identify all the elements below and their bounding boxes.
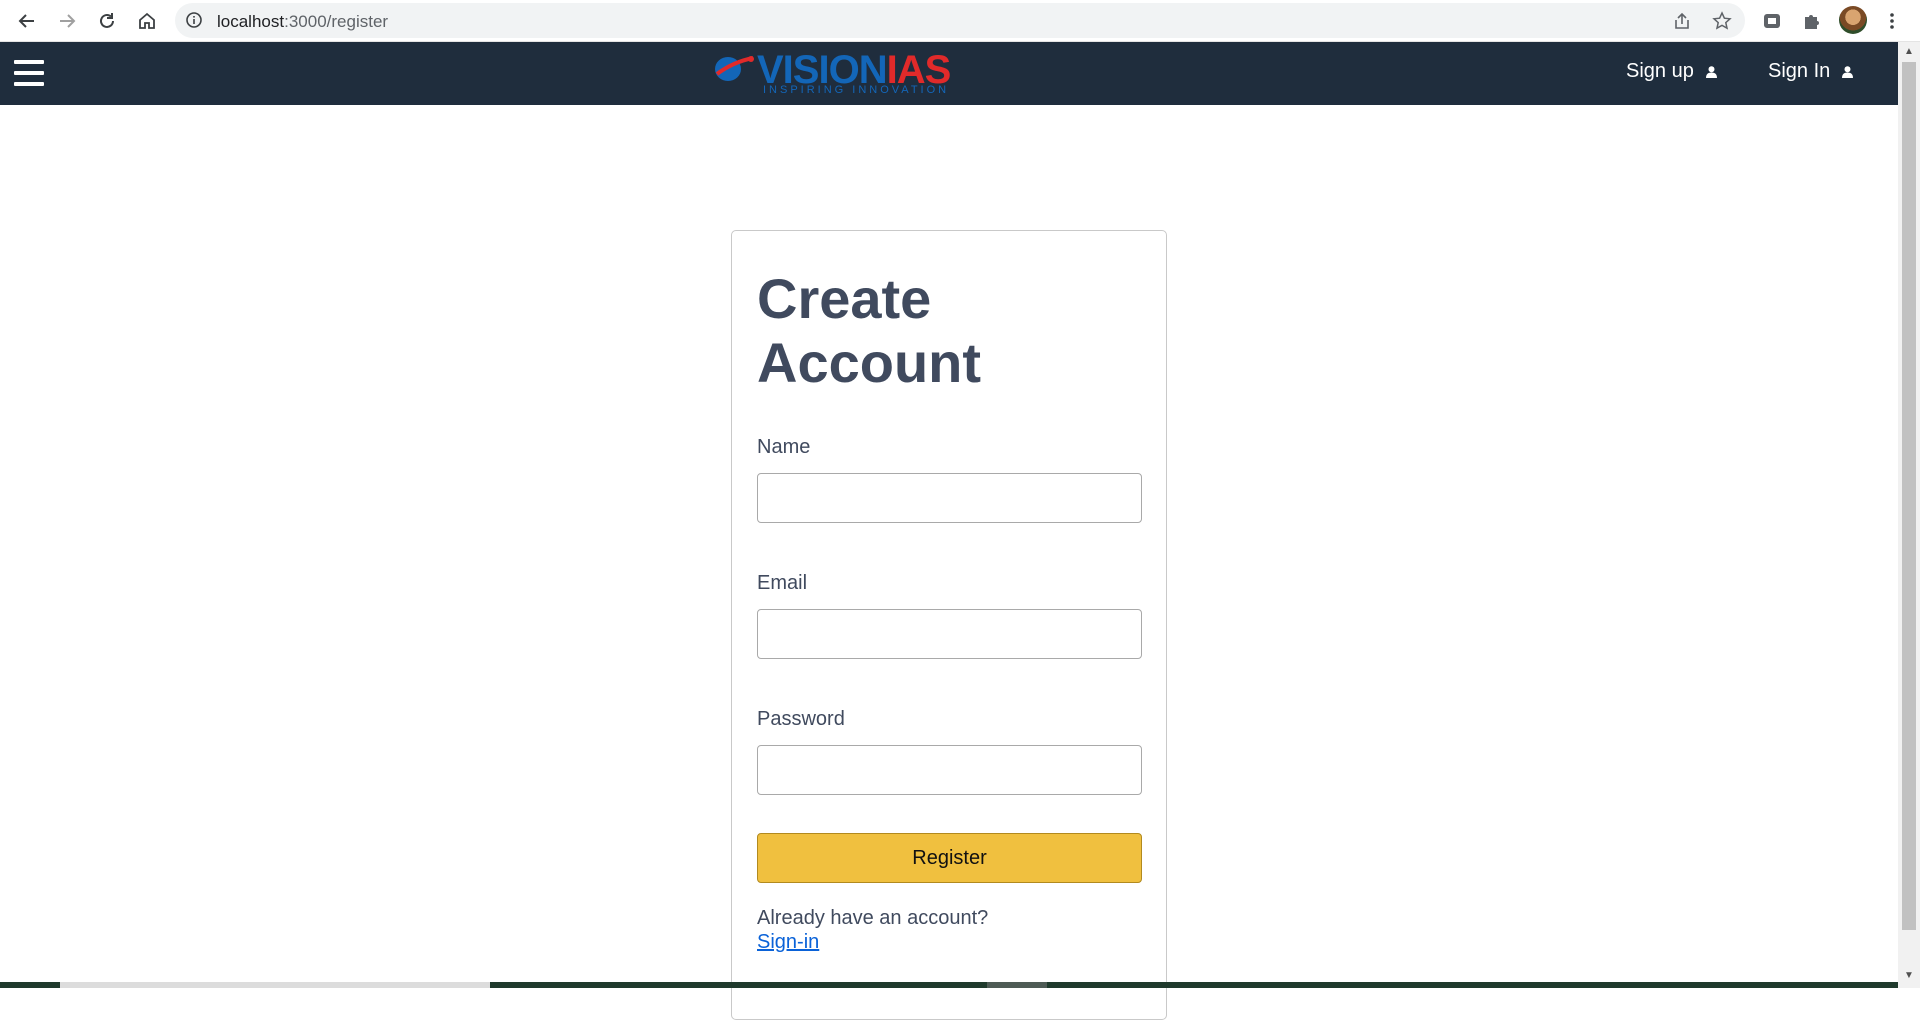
signin-nav-link[interactable]: Sign In — [1768, 60, 1854, 83]
forward-button[interactable] — [52, 6, 82, 36]
name-input[interactable] — [757, 473, 1142, 523]
browser-toolbar: localhost:3000/register — [0, 0, 1920, 42]
reload-icon — [100, 13, 114, 28]
logo-tagline: INSPIRING INNOVATION — [763, 84, 950, 96]
home-icon — [139, 12, 155, 29]
reload-button[interactable] — [92, 6, 122, 36]
scroll-down-arrow-icon[interactable]: ▼ — [1903, 970, 1915, 982]
info-icon — [186, 12, 202, 28]
hamburger-menu-icon[interactable] — [14, 60, 44, 86]
extensions-button[interactable] — [1797, 6, 1827, 36]
avatar[interactable] — [1839, 6, 1867, 34]
share-icon[interactable] — [1672, 11, 1692, 31]
extension-app-button[interactable] — [1757, 6, 1787, 36]
register-button[interactable]: Register — [757, 833, 1142, 883]
signup-link[interactable]: Sign up — [1626, 60, 1717, 83]
name-label: Name — [757, 436, 811, 458]
bottom-strip-segment — [987, 982, 1047, 988]
globe-logo-icon — [715, 56, 754, 81]
url-text: localhost:3000/register — [217, 12, 389, 31]
puzzle-icon — [1805, 15, 1819, 29]
signin-label: Sign In — [1768, 60, 1831, 82]
address-bar[interactable]: localhost:3000/register — [175, 3, 1745, 38]
password-input[interactable] — [757, 745, 1142, 795]
register-card: Create Account Name Email Password Regist… — [731, 230, 1167, 1020]
bottom-strip-segment — [60, 982, 490, 988]
arrow-left-icon — [18, 14, 34, 28]
email-label: Email — [757, 572, 808, 594]
back-button[interactable] — [12, 6, 42, 36]
arrow-right-icon — [60, 14, 76, 28]
already-account-text: Already have an account? — [757, 907, 989, 929]
scroll-thumb[interactable] — [1902, 62, 1916, 930]
signin-link[interactable]: Sign-in — [757, 931, 819, 954]
scroll-up-arrow-icon[interactable]: ▲ — [1903, 46, 1915, 58]
page-title: Create Account — [757, 267, 981, 394]
browser-menu-button[interactable] — [1877, 6, 1907, 36]
user-icon — [1705, 65, 1717, 78]
extension-app-icon — [1764, 14, 1780, 28]
user-icon — [1842, 65, 1854, 78]
kebab-menu-icon — [1890, 13, 1894, 29]
bottom-strip — [0, 982, 1898, 988]
signup-label: Sign up — [1626, 60, 1694, 82]
page-scrollbar[interactable]: ▲ ▼ — [1898, 42, 1920, 988]
app-navbar: VISIONIAS INSPIRING INNOVATION Sign up S… — [0, 42, 1898, 105]
email-input[interactable] — [757, 609, 1142, 659]
home-button[interactable] — [132, 6, 162, 36]
star-icon[interactable] — [1712, 11, 1732, 31]
visionias-logo[interactable]: VISIONIAS INSPIRING INNOVATION — [713, 48, 958, 98]
password-label: Password — [757, 708, 845, 730]
